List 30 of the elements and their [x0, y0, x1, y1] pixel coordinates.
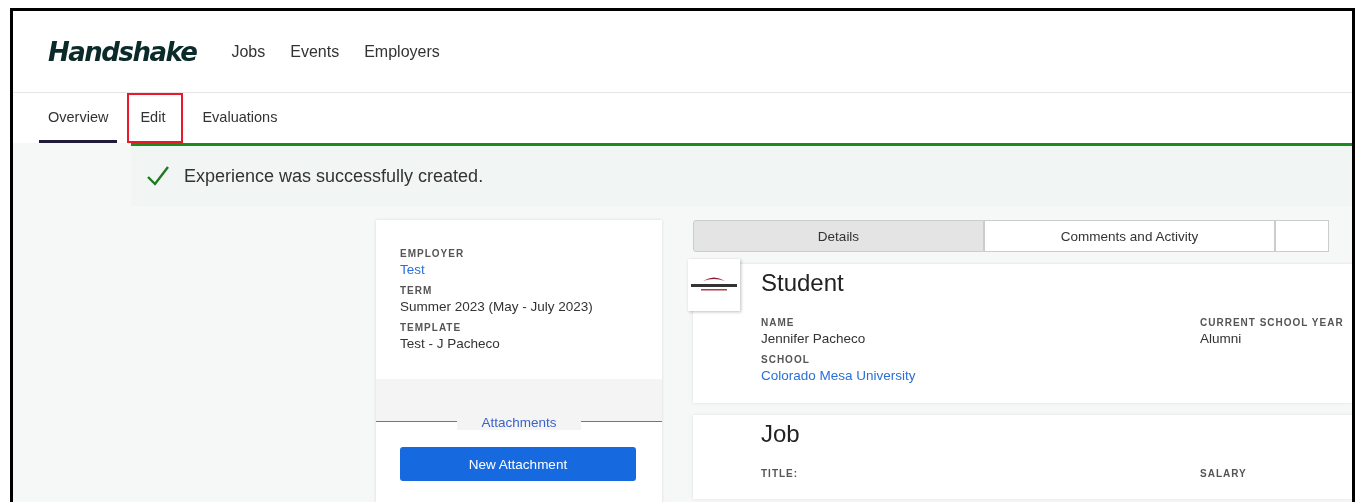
checkmark-icon [146, 164, 170, 188]
field-value: Alumni [1200, 331, 1243, 346]
section-heading: Attachments [457, 415, 581, 430]
field-label: CURRENT SCHOOL YEAR [1200, 317, 1345, 328]
field-value: Jennifer Pacheco [761, 331, 867, 346]
section-title: Student [761, 269, 845, 297]
tab[interactable]: Overview [39, 93, 118, 143]
field-label: SALARY [1200, 468, 1248, 479]
tab[interactable]: Edit [127, 93, 184, 143]
logo[interactable]: Handshake [48, 36, 197, 67]
employer-link[interactable]: Test [400, 262, 638, 277]
field-label: TEMPLATE [400, 322, 463, 333]
nav-link[interactable]: Employers [364, 42, 440, 61]
new-attachment-button[interactable]: New Attachment [400, 447, 636, 481]
school-link[interactable]: Colorado Mesa University [761, 368, 1200, 383]
alert-message: Experience was successfully created. [184, 165, 484, 187]
field-value: Test - J Pacheco [400, 336, 501, 351]
tab[interactable]: Details [693, 220, 984, 252]
field-label: TITLE: [761, 468, 800, 479]
nav-link[interactable]: Events [290, 42, 340, 61]
field-label: TERM [400, 285, 434, 296]
nav-link[interactable]: Jobs [231, 42, 266, 61]
field-label: NAME [761, 317, 796, 328]
section-title: Job [761, 420, 801, 448]
tab[interactable]: Comments and Activity [984, 220, 1275, 252]
tab[interactable]: Evaluations [193, 93, 287, 143]
field-label: SCHOOL [761, 354, 811, 365]
tab[interactable] [1275, 220, 1329, 252]
field-value: Summer 2023 (May - July 2023) [400, 299, 594, 314]
field-label: EMPLOYER [400, 248, 466, 259]
